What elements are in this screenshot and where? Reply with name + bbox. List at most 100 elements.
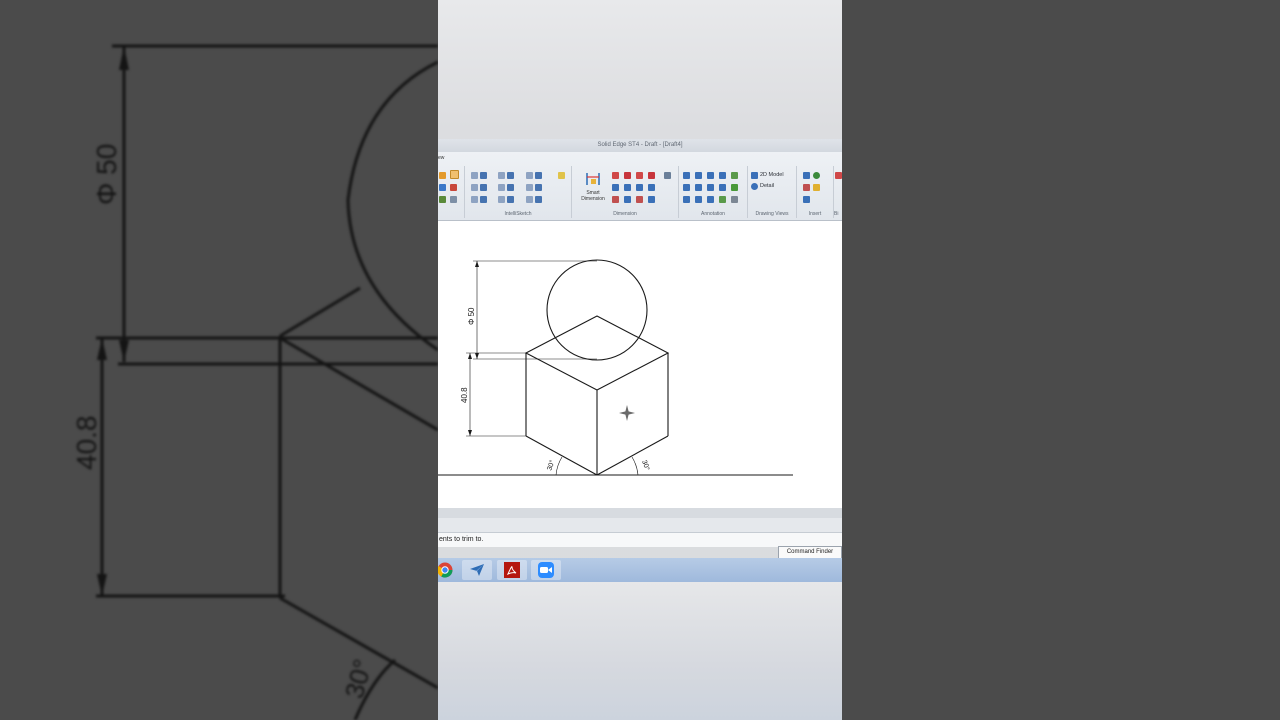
feature-control-icon[interactable] (695, 184, 702, 191)
bolt-hole-icon[interactable] (719, 196, 726, 203)
surface-texture-icon[interactable] (731, 172, 738, 179)
balloon-icon[interactable] (683, 184, 690, 191)
left-angle-label[interactable]: 30° (545, 459, 556, 472)
cube-top-face[interactable] (524, 315, 670, 391)
distance-icon[interactable] (612, 172, 619, 179)
circle-snap-icon[interactable] (507, 172, 514, 179)
angle-dimension-icon[interactable] (624, 172, 631, 179)
text-insert-icon[interactable] (803, 172, 810, 179)
zoom-icon (538, 562, 554, 578)
send-icon (470, 564, 484, 576)
intellisketch-group-label: IntelliSketch (504, 211, 532, 217)
detail-icon[interactable] (751, 183, 758, 190)
2d-model-button[interactable]: 2D Model (760, 172, 784, 178)
datum-icon[interactable] (707, 184, 714, 191)
chamfer-icon[interactable] (636, 184, 643, 191)
cube-bottom-right-edge[interactable] (596, 435, 669, 476)
relationship-icon[interactable] (471, 172, 478, 179)
chain-icon[interactable] (636, 196, 643, 203)
coordinate-icon[interactable] (636, 172, 643, 179)
window-title: Solid Edge ST4 - Draft - [Draft4] (597, 142, 683, 148)
desktop-background (438, 582, 842, 720)
line-icon[interactable] (480, 172, 487, 179)
select-group (438, 166, 465, 218)
vertical-icon[interactable] (526, 196, 533, 203)
windows-taskbar (438, 558, 842, 582)
point-icon[interactable] (498, 172, 505, 179)
dimension-axis-icon[interactable] (612, 196, 619, 203)
angle-icon[interactable] (535, 184, 542, 191)
smart-dimension-button[interactable]: Smart Dimension (578, 169, 608, 207)
arc-icon[interactable] (480, 196, 487, 203)
intersection-icon[interactable] (498, 184, 505, 191)
chrome-taskbar-button[interactable] (438, 560, 460, 580)
detail-button[interactable]: Detail (760, 183, 774, 189)
centerline-icon[interactable] (707, 196, 714, 203)
acrobat-taskbar-button[interactable] (497, 560, 527, 580)
cross-icon[interactable] (507, 184, 514, 191)
center-mark-icon[interactable] (731, 184, 738, 191)
sketch-star-icon[interactable] (558, 172, 565, 179)
sphere-circle[interactable] (546, 259, 648, 361)
connector-icon[interactable] (695, 196, 702, 203)
cube-bottom-left-edge[interactable] (525, 435, 598, 476)
endpoint-icon[interactable] (471, 196, 478, 203)
diameter-icon[interactable] (624, 184, 631, 191)
baseline-icon[interactable] (648, 196, 655, 203)
crosshair-cursor-icon (619, 405, 635, 421)
radius-icon[interactable] (612, 184, 619, 191)
perpendicular-icon[interactable] (526, 184, 533, 191)
leader-icon[interactable] (695, 172, 702, 179)
send-taskbar-button[interactable] (462, 560, 492, 580)
globe-icon[interactable] (813, 172, 820, 179)
horizontal-icon[interactable] (480, 184, 487, 191)
bi-icon[interactable] (835, 172, 842, 179)
image-icon[interactable] (803, 184, 810, 191)
prompt-bar: ents to trim to. (438, 532, 842, 547)
zoomed-height-label: 40.8 (71, 416, 102, 471)
drawing-canvas[interactable]: Φ 50 40.8 30° 30° (438, 221, 842, 509)
dimension-group: Smart Dimension Dimension (572, 166, 679, 218)
object-icon[interactable] (803, 196, 810, 203)
diameter-dimension-label[interactable]: Φ 50 (467, 307, 476, 325)
right-background (842, 0, 1280, 720)
callout-icon[interactable] (683, 172, 690, 179)
weld-icon[interactable] (719, 172, 726, 179)
polygon-icon[interactable] (535, 196, 542, 203)
zoom-taskbar-button[interactable] (531, 560, 561, 580)
edge-condition-icon[interactable] (683, 196, 690, 203)
ribbon-toolbar: ew IntelliSketch Smart Dimension Dimensi… (438, 152, 842, 221)
insert-group-label: Insert (808, 211, 822, 217)
slope-icon[interactable] (507, 196, 514, 203)
text-icon[interactable] (719, 184, 726, 191)
arc-length-icon[interactable] (648, 184, 655, 191)
acrobat-icon (504, 562, 520, 578)
text-box-icon[interactable] (707, 172, 714, 179)
zoomed-diameter-label: Φ 50 (91, 144, 122, 205)
center-icon[interactable] (498, 196, 505, 203)
pointer-icon[interactable] (450, 170, 459, 179)
window-titlebar: Solid Edge ST4 - Draft - [Draft4] (438, 139, 842, 152)
bi-group: Bi (834, 166, 842, 218)
tangent-icon[interactable] (526, 172, 533, 179)
gear-icon[interactable] (731, 196, 738, 203)
trim-icon[interactable] (450, 184, 457, 191)
lasso-icon[interactable] (439, 184, 446, 191)
insert-group: Insert (797, 166, 834, 218)
stack-icon[interactable] (624, 196, 631, 203)
extend-icon[interactable] (439, 196, 446, 203)
2d-model-icon[interactable] (751, 172, 758, 179)
parallel-icon[interactable] (535, 172, 542, 179)
right-angle-label[interactable]: 30° (640, 459, 651, 472)
pencil-icon[interactable] (813, 184, 820, 191)
chrome-icon (438, 562, 453, 578)
bi-group-label: Bi (834, 211, 839, 217)
drawing-views-group: 2D Model Detail Drawing Views (748, 166, 797, 218)
select-tool-icon[interactable] (439, 172, 446, 179)
symmetric-icon[interactable] (648, 172, 655, 179)
ribbon-tab-stub[interactable]: ew (438, 155, 444, 161)
height-dimension-label[interactable]: 40.8 (460, 387, 469, 403)
midpoint-icon[interactable] (471, 184, 478, 191)
attach-icon[interactable] (664, 172, 671, 179)
split-icon[interactable] (450, 196, 457, 203)
